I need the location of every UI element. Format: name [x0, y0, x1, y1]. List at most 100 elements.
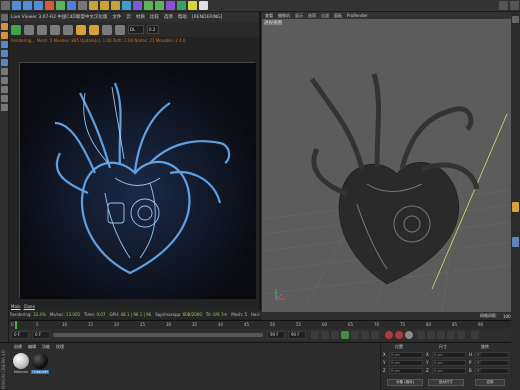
viewport-canvas[interactable] [261, 19, 520, 313]
current-frame-field[interactable]: 0 F [32, 331, 50, 339]
render-settings-icon[interactable] [111, 1, 120, 10]
auto-key-icon[interactable] [395, 331, 403, 339]
layout-icon[interactable] [499, 1, 508, 10]
value-field[interactable]: 0.2 [147, 25, 159, 34]
viewport-menu-panel[interactable]: 面板 [334, 13, 342, 19]
timeline-settings-icon[interactable] [471, 331, 479, 339]
coordinate-system-icon[interactable] [78, 1, 87, 10]
stop-icon[interactable] [50, 24, 60, 35]
material-menu-texture[interactable]: 纹理 [56, 344, 64, 350]
viewer-menu-compare[interactable]: 比较 [150, 14, 159, 20]
camera-icon[interactable] [188, 1, 197, 10]
viewport-menu-prorender[interactable]: ProRender [347, 13, 368, 18]
key-selection-icon[interactable] [405, 331, 413, 339]
viewport-menu-filter[interactable]: 过滤 [321, 13, 329, 19]
x-axis-icon[interactable] [45, 1, 54, 10]
polygon-mode-icon[interactable] [1, 59, 8, 66]
material-menu-create[interactable]: 创建 [14, 344, 22, 350]
apply-button[interactable]: 应用 [475, 379, 505, 386]
cube-icon[interactable] [122, 1, 131, 10]
position-key-icon[interactable] [417, 331, 425, 339]
rotation-key-icon[interactable] [437, 331, 445, 339]
end-frame-field[interactable]: 90 F [267, 331, 285, 339]
go-to-start-icon[interactable] [311, 331, 319, 339]
viewport-menu-camera[interactable]: 摄像机 [278, 13, 290, 19]
viewer-menu-file[interactable]: 文件 [112, 14, 121, 20]
scale-tool-icon[interactable] [23, 1, 32, 10]
timeline-playhead[interactable] [15, 321, 17, 329]
array-icon[interactable] [155, 1, 164, 10]
layers-tab-icon[interactable] [512, 237, 519, 247]
viewport-menu-display[interactable]: 显示 [295, 13, 303, 19]
point-mode-icon[interactable] [1, 41, 8, 48]
viewer-menu-material[interactable]: 材质 [136, 14, 145, 20]
point-level-key-icon[interactable] [457, 331, 465, 339]
dock-icon[interactable] [512, 16, 519, 23]
clay-mode-icon[interactable] [63, 24, 73, 35]
parameter-key-icon[interactable] [447, 331, 455, 339]
previous-frame-icon[interactable] [331, 331, 339, 339]
scale-key-icon[interactable] [427, 331, 435, 339]
viewer-menu-options[interactable]: 选项 [164, 14, 173, 20]
settings-icon[interactable] [102, 24, 112, 35]
material-name[interactable]: OctaneM [31, 370, 49, 374]
render-view-icon[interactable] [89, 1, 98, 10]
previous-key-icon[interactable] [321, 331, 329, 339]
size-z-field[interactable]: 0 cm [432, 368, 466, 374]
help-icon[interactable] [115, 24, 125, 35]
deformer-icon[interactable] [166, 1, 175, 10]
position-x-field[interactable]: 0 cm [389, 352, 423, 358]
spline-pen-icon[interactable] [133, 1, 142, 10]
workplane-icon[interactable] [1, 86, 8, 93]
record-icon[interactable] [385, 331, 393, 339]
z-axis-icon[interactable] [67, 1, 76, 10]
viewport-menu-options[interactable]: 选项 [308, 13, 316, 19]
axis-mode-icon[interactable] [1, 68, 8, 75]
solo-icon[interactable] [1, 95, 8, 102]
next-key-icon[interactable] [361, 331, 369, 339]
material-menu-edit[interactable]: 编辑 [28, 344, 36, 350]
play-icon[interactable] [341, 331, 349, 339]
viewer-menu-help[interactable]: 帮助 [178, 14, 187, 20]
undo-icon[interactable] [1, 1, 10, 10]
material-swatch[interactable] [32, 353, 48, 369]
start-frame-field[interactable]: 0 F [11, 331, 29, 339]
frame-range-slider[interactable] [53, 333, 263, 337]
material-swatch[interactable] [13, 353, 29, 369]
viewer-tab-clone[interactable]: Clone [24, 304, 35, 309]
attributes-tab-icon[interactable] [512, 202, 519, 212]
position-y-field[interactable]: 0 cm [389, 360, 423, 366]
viewport-menu-view[interactable]: 查看 [265, 13, 273, 19]
edge-mode-icon[interactable] [1, 50, 8, 57]
position-z-field[interactable]: 0 cm [389, 368, 423, 374]
viewer-menu-cloud[interactable]: 云 [126, 14, 131, 20]
floor-icon[interactable] [177, 1, 186, 10]
viewer-tab-main[interactable]: Main [11, 304, 21, 309]
preview-end-field[interactable]: 90 F [288, 331, 306, 339]
lock-icon[interactable] [1, 104, 8, 111]
texture-mode-icon[interactable] [1, 32, 8, 39]
rotation-p-field[interactable]: 0° [475, 360, 509, 366]
rotate-tool-icon[interactable] [34, 1, 43, 10]
rotation-h-field[interactable]: 0° [475, 352, 509, 358]
y-axis-icon[interactable] [56, 1, 65, 10]
size-x-field[interactable]: 0 cm [432, 352, 466, 358]
send-scene-icon[interactable] [11, 24, 21, 35]
light-icon[interactable] [199, 1, 208, 10]
render-canvas[interactable] [19, 62, 256, 299]
kernel-mode-select[interactable]: DL [128, 25, 144, 34]
render-picture-viewer-icon[interactable] [100, 1, 109, 10]
maximize-icon[interactable] [510, 1, 519, 10]
region-render-icon[interactable] [76, 24, 86, 35]
rotation-b-field[interactable]: 0° [475, 368, 509, 374]
model-mode-icon[interactable] [1, 23, 8, 30]
snap-icon[interactable] [1, 77, 8, 84]
subdivision-icon[interactable] [144, 1, 153, 10]
material-menu-function[interactable]: 功能 [42, 344, 50, 350]
timeline-ruler[interactable]: 0 5 10 15 20 25 30 35 40 45 50 55 60 65 … [9, 320, 511, 329]
size-mode-select[interactable]: 绝对尺寸 [428, 379, 464, 386]
lock-resolution-icon[interactable] [89, 24, 99, 35]
pause-icon[interactable] [37, 24, 47, 35]
go-to-end-icon[interactable] [371, 331, 379, 339]
material-name[interactable]: Material [12, 370, 30, 374]
